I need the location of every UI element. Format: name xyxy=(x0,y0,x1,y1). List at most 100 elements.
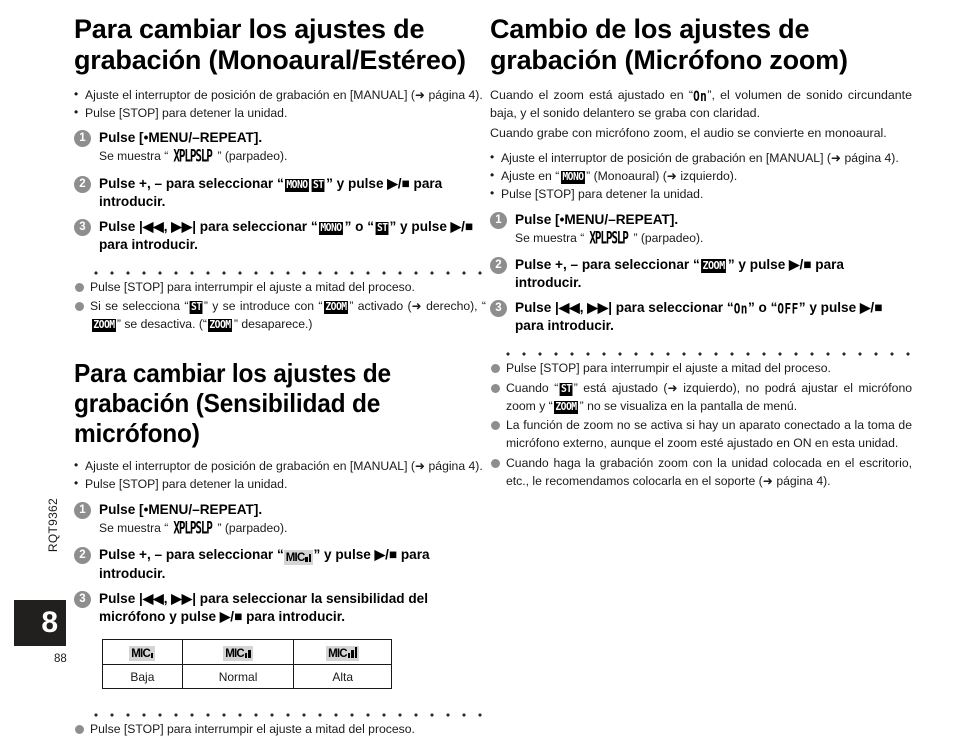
dotted-separator xyxy=(88,262,486,275)
step-item: 1 Pulse [•MENU/–REPEAT]. Se muestra “ XPL… xyxy=(490,211,912,250)
right-column: Cambio de los ajustes de grabación (Micr… xyxy=(490,14,912,492)
note-item: Pulse [STOP] para interrumpir el ajuste … xyxy=(74,721,486,739)
left-column: Para cambiar los ajustes de grabación (M… xyxy=(74,14,486,741)
section2-bullet-list: Ajuste el interruptor de posición de gra… xyxy=(74,457,486,494)
mono-badge: MONO xyxy=(319,221,344,235)
note-item: Cuando haga la grabación zoom con la uni… xyxy=(490,455,912,490)
bullet-part: ” (Monoaural) (➜ izquierdo). xyxy=(586,168,738,183)
mic-bar xyxy=(248,650,251,659)
zoom-badge: ZOOM xyxy=(554,400,579,414)
mic-label: MIC xyxy=(328,648,347,661)
step-item: 1 Pulse [•MENU/–REPEAT]. Se muestra “ XPL… xyxy=(74,129,486,168)
zoom-bullet-list: Ajuste el interruptor de posición de gra… xyxy=(490,149,912,204)
bullet-part: Ajuste en “ xyxy=(501,168,560,183)
mic-bar xyxy=(244,653,248,659)
step-subtext: Se muestra “ XPLPSLP ” (parpadeo). xyxy=(99,519,486,540)
step-item: 3 Pulse |◀◀, ▶▶| para seleccionar “On” o… xyxy=(490,299,912,335)
step-number: 2 xyxy=(74,175,91,193)
note-part: ” se desactiva. (“ xyxy=(116,316,207,331)
mic-label: MIC xyxy=(131,648,150,661)
table-cell-mic-high: MIC xyxy=(293,639,392,666)
table-cell-mic-low: MIC xyxy=(102,639,183,666)
step-number: 3 xyxy=(490,299,507,317)
bullet-item: Ajuste el interruptor de posición de gra… xyxy=(74,86,486,104)
step-title: Pulse |◀◀, ▶▶| para seleccionar la sensi… xyxy=(99,591,428,625)
zoom-badge: ZOOM xyxy=(323,301,348,315)
bullet-item: Pulse [STOP] para detener la unidad. xyxy=(490,185,912,203)
lcd-display-text: XPLPSLP xyxy=(173,147,213,167)
mic-level-icon-low: MIC xyxy=(129,646,156,662)
mic-bar xyxy=(351,650,354,659)
section-tab-number: 8 xyxy=(14,600,66,646)
step-number: 3 xyxy=(74,591,91,609)
section2-notes: Pulse [STOP] para interrumpir el ajuste … xyxy=(74,721,486,739)
step-subtext-suffix: ” (parpadeo). xyxy=(217,520,288,535)
step-subtext-suffix: ” (parpadeo). xyxy=(217,149,288,164)
step-item: 2 Pulse +, – para seleccionar “ZOOM” y p… xyxy=(490,256,912,292)
mic-level-icon-high: MIC xyxy=(326,646,360,662)
mic-label: MIC xyxy=(225,648,244,661)
lcd-display-text: XPLPSLP xyxy=(589,228,629,248)
step-subtext: Se muestra “ XPLPSLP ” (parpadeo). xyxy=(99,148,486,168)
step-subtext-prefix: Se muestra “ xyxy=(99,520,169,535)
mic-level-icon: MIC xyxy=(283,550,314,566)
step-item: 1 Pulse [•MENU/–REPEAT]. Se muestra “ XPL… xyxy=(74,501,486,540)
step-title-part: Pulse +, – para seleccionar “ xyxy=(99,547,284,563)
mic-label: MIC xyxy=(285,552,305,565)
intro-paragraph-2: Cuando grabe con micrófono zoom, el audi… xyxy=(490,125,887,140)
stereo-badge: ST xyxy=(311,178,326,192)
step-title: Pulse +, – para seleccionar “ZOOM” y pul… xyxy=(515,256,912,292)
step-subtext-suffix: ” (parpadeo). xyxy=(633,230,704,245)
zoom-badge: ZOOM xyxy=(91,318,116,332)
page-folio: 88 xyxy=(54,653,67,665)
step-subtext: Se muestra “ XPLPSLP ” (parpadeo). xyxy=(515,228,912,250)
step-number: 1 xyxy=(74,130,91,148)
mono-badge: MONO xyxy=(560,170,585,184)
step-title-part: ” o “ xyxy=(344,218,375,234)
dotted-separator xyxy=(500,344,912,357)
note-part: ” no se visualiza en la pantalla de menú… xyxy=(579,398,798,413)
step-number: 1 xyxy=(490,211,507,229)
note-item: Cuando “ST” está ajustado (➜ izquierdo),… xyxy=(490,380,912,415)
step-number: 3 xyxy=(74,218,91,236)
note-part: ” activado (➜ derecho), “ xyxy=(349,299,486,314)
zoom-badge: ZOOM xyxy=(701,259,727,274)
section1-steps: 1 Pulse [•MENU/–REPEAT]. Se muestra “ XPL… xyxy=(74,129,486,253)
bullet-item: Pulse [STOP] para detener la unidad. xyxy=(74,104,486,122)
note-part: Cuando “ xyxy=(506,381,559,396)
table-row: MIC MIC MIC xyxy=(102,639,392,666)
lcd-on-glyph: On xyxy=(693,87,708,105)
step-subtext-prefix: Se muestra “ xyxy=(515,230,585,245)
stereo-badge: ST xyxy=(189,301,203,315)
mic-bar xyxy=(305,557,308,563)
note-part: ” desaparece.) xyxy=(233,316,313,331)
step-title-part: Pulse |◀◀, ▶▶| para seleccionar “ xyxy=(99,218,318,234)
section2-steps: 1 Pulse [•MENU/–REPEAT]. Se muestra “ XPL… xyxy=(74,501,486,626)
mic-bar xyxy=(150,653,154,659)
step-title: Pulse [•MENU/–REPEAT]. xyxy=(99,501,263,517)
step-item: 3 Pulse |◀◀, ▶▶| para seleccionar la sen… xyxy=(74,590,486,626)
note-item: Pulse [STOP] para interrumpir el ajuste … xyxy=(490,360,912,378)
zoom-notes: Pulse [STOP] para interrumpir el ajuste … xyxy=(490,360,912,490)
step-number: 2 xyxy=(74,547,91,565)
mic-sensitivity-table: MIC MIC MIC Baja Normal Alta xyxy=(102,639,392,690)
section1-bullet-list: Ajuste el interruptor de posición de gra… xyxy=(74,86,486,123)
step-title: Pulse +, – para seleccionar “MONO ST” y p… xyxy=(99,175,486,211)
note-item: La función de zoom no se activa si hay u… xyxy=(490,417,912,452)
section-heading-mic-sensitivity: Para cambiar los ajustes de grabación (S… xyxy=(74,357,391,448)
step-number: 1 xyxy=(74,501,91,519)
manual-code: RQT9362 xyxy=(46,497,60,552)
bullet-item: Pulse [STOP] para detener la unidad. xyxy=(74,475,486,493)
step-title: Pulse |◀◀, ▶▶| para seleccionar “On” o “… xyxy=(515,299,912,335)
section1-notes: Pulse [STOP] para interrumpir el ajuste … xyxy=(74,279,486,334)
note-part: Si se selecciona “ xyxy=(90,299,189,314)
lcd-on-glyph: On xyxy=(733,301,748,318)
bullet-item: Ajuste el interruptor de posición de gra… xyxy=(490,149,912,167)
step-item: 3 Pulse |◀◀, ▶▶| para seleccionar “MONO”… xyxy=(74,218,486,254)
mic-bar xyxy=(354,647,358,659)
step-title: Pulse [•MENU/–REPEAT]. xyxy=(99,130,263,146)
lcd-display-text: XPLPSLP xyxy=(173,519,213,538)
step-title-part: Pulse |◀◀, ▶▶| para seleccionar “ xyxy=(515,299,734,315)
step-subtext-prefix: Se muestra “ xyxy=(99,149,169,164)
section-heading-mono-stereo: Para cambiar los ajustes de grabación (M… xyxy=(74,14,466,76)
